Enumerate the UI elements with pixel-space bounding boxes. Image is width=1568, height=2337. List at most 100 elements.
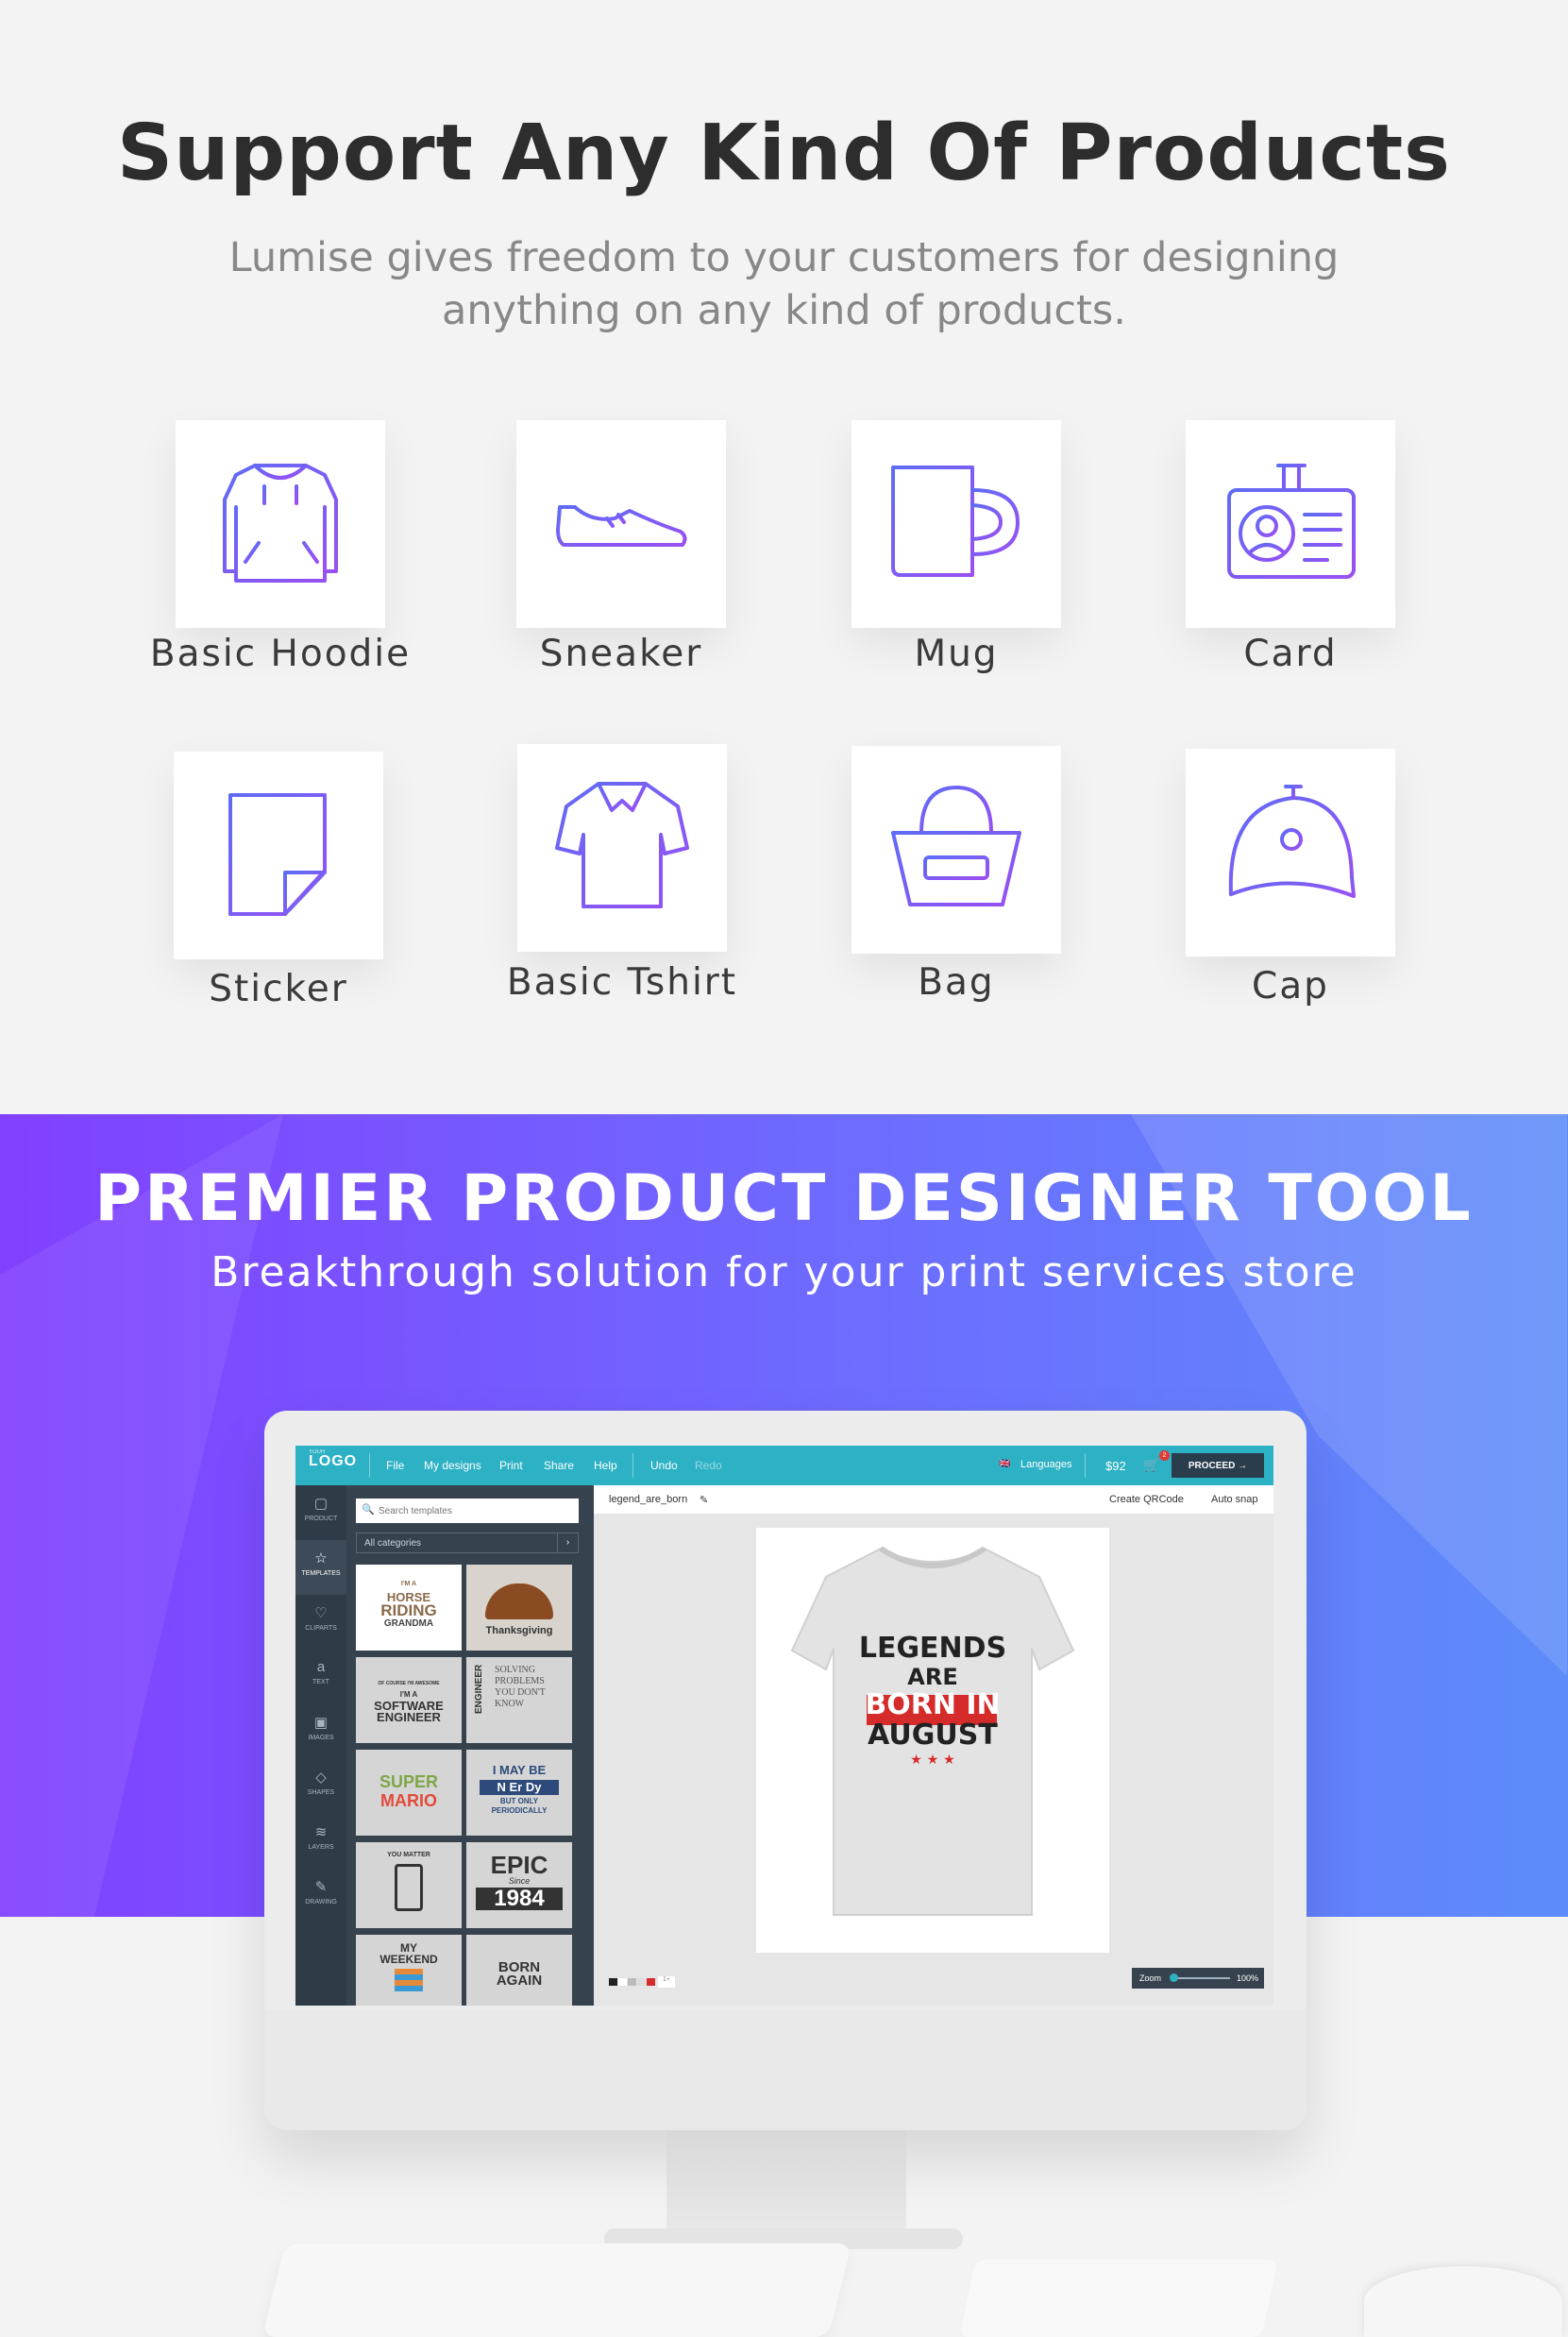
thumb-text: YOU DON'T KNOW (495, 1687, 546, 1709)
color-swatch[interactable] (628, 1978, 636, 1986)
sneaker-icon (556, 505, 687, 547)
app-logo[interactable]: LOGO (309, 1453, 357, 1470)
menu-print[interactable]: Print (499, 1459, 523, 1472)
shirt-line: AUGUST (868, 1719, 998, 1752)
sidebar-item-cliparts[interactable]: ♡ CLIPARTS (295, 1595, 346, 1650)
template-thumb[interactable]: I MAY BE N Er Dy BUT ONLY PERIODICALLY (466, 1750, 572, 1836)
color-swatch[interactable] (637, 1978, 646, 1986)
sidebar-label: TEXT (312, 1679, 329, 1685)
sidebar-item-drawing[interactable]: ✎ DRAWING (295, 1869, 346, 1923)
template-thumb[interactable]: SUPER MARIO (356, 1750, 462, 1836)
search-templates-input[interactable] (356, 1499, 579, 1523)
cart-icon[interactable]: 🛒 (1143, 1457, 1159, 1473)
color-swatch[interactable] (609, 1978, 617, 1986)
books-illustration (395, 1969, 423, 1991)
undo-button[interactable]: Undo (650, 1459, 678, 1472)
cap-icon (1228, 785, 1356, 898)
app-screen: YOUR LOGO File My designs Print Share He… (295, 1446, 1273, 2006)
proceed-button[interactable]: PROCEED → (1172, 1453, 1264, 1478)
chevron-right-icon: › (557, 1533, 578, 1552)
thumb-text: N Er Dy (480, 1780, 559, 1795)
zoom-label: Zoom (1139, 1973, 1162, 1983)
product-card-bag[interactable] (851, 746, 1061, 954)
design-canvas[interactable]: LEGENDS ARE BORN IN AUGUST ★ ★ ★ (756, 1528, 1109, 1953)
thumb-text: I'M A (400, 1581, 417, 1587)
shirt-line: BORN IN (865, 1688, 1001, 1721)
template-thumb[interactable]: BORN AGAIN (466, 1935, 572, 2006)
design-filename[interactable]: legend_are_born (609, 1494, 687, 1505)
language-select[interactable]: Languages (1020, 1459, 1071, 1470)
product-label: Sneaker (539, 633, 703, 675)
pulley-illustration (395, 1864, 423, 1911)
product-label: Basic Hoodie (149, 633, 412, 675)
template-thumb[interactable]: Thanksgiving (466, 1565, 572, 1651)
heart-icon: ♡ (314, 1605, 328, 1621)
page-count[interactable]: 1+ (658, 1976, 675, 1988)
template-thumb[interactable]: MY WEEKEND (356, 1935, 462, 2006)
thumb-text: PROBLEMS (495, 1676, 545, 1686)
text-icon: a (316, 1659, 326, 1675)
trackpad (959, 2260, 1278, 2337)
product-card-cap[interactable] (1186, 749, 1395, 957)
thumb-text: OF COURSE I'M AWESOME (378, 1681, 440, 1686)
product-card-basic-hoodie[interactable] (176, 420, 385, 628)
cart-price: $92 (1105, 1459, 1126, 1473)
product-label: Cap (1252, 965, 1329, 1008)
product-icon: ▢ (313, 1496, 329, 1512)
tool-sidebar: ▢ PRODUCT ☆ TEMPLATES ♡ CLIPARTS a TEXT ▣ IMA… (295, 1485, 346, 2006)
template-thumb[interactable]: YOU MATTER (356, 1842, 462, 1928)
edit-pencil-icon[interactable]: ✎ (700, 1494, 708, 1506)
product-card-basic-tshirt[interactable] (517, 744, 727, 952)
product-card-card[interactable] (1186, 420, 1395, 628)
sidebar-label: DRAWING (305, 1899, 337, 1905)
design-workspace: legend_are_born ✎ Create QRCode Auto sna… (594, 1485, 1273, 2006)
auto-snap-toggle[interactable]: Auto snap (1211, 1494, 1258, 1505)
sidebar-label: TEMPLATES (301, 1570, 341, 1577)
color-swatch[interactable] (618, 1978, 627, 1986)
sidebar-item-layers[interactable]: ≋ LAYERS (295, 1814, 346, 1869)
product-label: Bag (918, 961, 995, 1004)
menu-help[interactable]: Help (594, 1459, 617, 1472)
product-label: Sticker (209, 968, 348, 1010)
workspace-toolbar: legend_are_born ✎ Create QRCode Auto sna… (594, 1485, 1273, 1514)
template-thumb[interactable]: I'M A HORSE RIDING GRANDMA (356, 1565, 462, 1651)
id-card-icon (1227, 464, 1356, 579)
product-card-mug[interactable] (851, 420, 1061, 628)
sidebar-item-product[interactable]: ▢ PRODUCT (295, 1485, 346, 1540)
flag-icon: 🇬🇧 (999, 1459, 1011, 1469)
category-select[interactable]: All categories › (356, 1533, 579, 1553)
menu-my-designs[interactable]: My designs (424, 1459, 481, 1472)
hoodie-icon (223, 464, 338, 583)
thumb-text: BUT ONLY (499, 1797, 539, 1805)
sidebar-item-templates[interactable]: ☆ TEMPLATES (295, 1540, 346, 1595)
divider (632, 1453, 633, 1478)
template-thumb[interactable]: ENGINEER SOLVING PROBLEMS YOU DON'T KNOW (466, 1657, 572, 1743)
color-swatch[interactable] (647, 1978, 655, 1986)
subtitle-line-1: Lumise gives freedom to your customers f… (228, 234, 1340, 281)
create-qrcode-button[interactable]: Create QRCode (1109, 1494, 1184, 1505)
product-card-sticker[interactable] (174, 752, 383, 959)
thumb-text: WEEKEND (379, 1953, 438, 1966)
product-card-sneaker[interactable] (516, 420, 726, 628)
designer-subtitle: Breakthrough solution for your print ser… (211, 1248, 1357, 1296)
thumb-text: PERIODICALLY (491, 1806, 548, 1815)
sidebar-item-images[interactable]: ▣ IMAGES (295, 1704, 346, 1759)
basket-bag-icon (891, 786, 1021, 906)
zoom-value: 100% (1236, 1973, 1258, 1983)
template-thumb[interactable]: EPIC Since 1984 (466, 1842, 572, 1928)
shirt-print-text: LEGENDS ARE BORN IN AUGUST ★ ★ ★ (756, 1634, 1109, 1770)
zoom-slider-track[interactable] (1173, 1977, 1230, 1979)
products-title: Support Any Kind Of Products (117, 109, 1451, 198)
app-topbar: YOUR LOGO File My designs Print Share He… (295, 1446, 1273, 1485)
thumb-text: 1984 (476, 1888, 563, 1910)
thumb-text: Thanksgiving (485, 1625, 553, 1636)
sidebar-item-shapes[interactable]: ◇ SHAPES (295, 1759, 346, 1814)
sidebar-item-text[interactable]: a TEXT (295, 1650, 346, 1704)
menu-share[interactable]: Share (544, 1459, 574, 1472)
zoom-slider-handle[interactable] (1170, 1973, 1178, 1982)
thumb-text: AGAIN (496, 1973, 543, 1989)
template-thumb[interactable]: OF COURSE I'M AWESOME I'M A SOFTWARE ENG… (356, 1657, 462, 1743)
menu-file[interactable]: File (386, 1459, 404, 1472)
redo-button[interactable]: Redo (695, 1459, 722, 1472)
turkey-illustration (485, 1583, 553, 1619)
